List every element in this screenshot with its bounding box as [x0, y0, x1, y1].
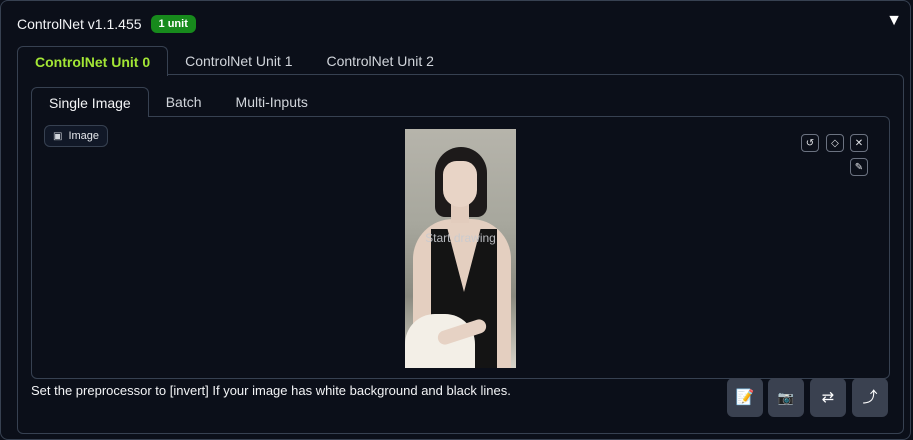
tab-controlnet-unit-2[interactable]: ControlNet Unit 2	[310, 46, 451, 75]
send-dimensions-button[interactable]: ⤴	[852, 378, 888, 417]
close-icon[interactable]: ✕	[850, 134, 868, 152]
eraser-icon[interactable]: ◇	[826, 134, 844, 152]
tab-controlnet-unit-1[interactable]: ControlNet Unit 1	[168, 46, 309, 75]
preprocessor-hint: Set the preprocessor to [invert] If your…	[31, 383, 511, 398]
swap-dimensions-button[interactable]: ⇄	[810, 378, 846, 417]
image-label: ▣ Image	[44, 125, 109, 147]
tab-controlnet-unit-0[interactable]: ControlNet Unit 0	[17, 46, 169, 76]
tab-multi-inputs[interactable]: Multi-Inputs	[219, 87, 325, 116]
swap-icon: ⇄	[821, 389, 835, 406]
input-mode-tabs: Single Image Batch Multi-Inputs	[31, 87, 325, 117]
camera-button[interactable]: 📷	[768, 378, 804, 417]
tab-batch[interactable]: Batch	[149, 87, 219, 116]
start-drawing-text: Start drawing	[425, 231, 496, 245]
uploaded-image[interactable]	[405, 129, 516, 368]
tab-single-image[interactable]: Single Image	[31, 87, 149, 117]
image-label-text: Image	[68, 130, 100, 142]
document-icon: 📝	[735, 389, 755, 406]
panel-title: ControlNet v1.1.455	[17, 16, 142, 32]
unit-count-badge: 1 unit	[150, 15, 196, 33]
collapse-icon[interactable]: ▼	[886, 13, 902, 29]
brush-icon[interactable]: ✎	[850, 158, 868, 176]
image-canvas[interactable]: ▣ Image Start drawing ↺ ◇ ✕ ✎	[31, 116, 890, 379]
document-button[interactable]: 📝	[727, 378, 763, 417]
camera-icon: 📷	[777, 390, 795, 405]
undo-icon[interactable]: ↺	[801, 134, 819, 152]
controlnet-panel: ControlNet v1.1.455 1 unit ▼ ControlNet …	[0, 0, 911, 440]
panel-header[interactable]: ControlNet v1.1.455 1 unit	[17, 13, 196, 35]
send-icon: ⤴	[862, 389, 878, 406]
unit-tabs: ControlNet Unit 0 ControlNet Unit 1 Cont…	[17, 46, 451, 76]
image-icon: ▣	[53, 130, 63, 142]
